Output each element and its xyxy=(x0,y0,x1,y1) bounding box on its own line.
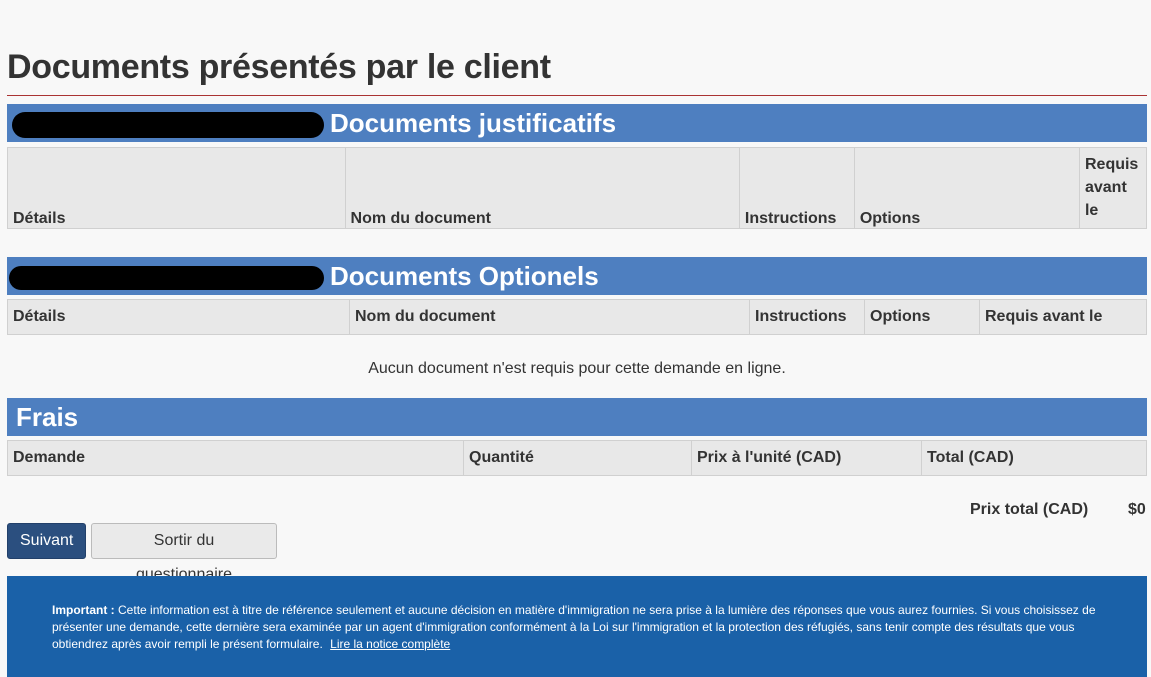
column-header-request: Demande xyxy=(7,440,464,476)
justificatifs-table: Détails Nom du document Instructions Opt… xyxy=(7,147,1148,229)
column-header-options: Options xyxy=(864,299,980,335)
redacted-block xyxy=(12,112,324,139)
column-header-details: Détails xyxy=(7,147,346,229)
section-header-optionels: Documents Optionels xyxy=(7,257,1147,295)
footer-text-block: Important : Cette information est à titr… xyxy=(52,602,1102,653)
column-header-instructions: Instructions xyxy=(738,147,855,229)
exit-questionnaire-button[interactable]: Sortir du questionnaire xyxy=(91,523,277,583)
column-header-instructions: Instructions xyxy=(749,299,865,335)
read-full-notice-link[interactable]: Lire la notice complète xyxy=(330,637,450,651)
fees-table: Demande Quantité Prix à l'unité (CAD) To… xyxy=(7,440,1147,476)
column-header-document-name: Nom du document xyxy=(349,299,750,335)
column-header-document-name: Nom du document xyxy=(344,147,740,229)
footer-notice: Important : Cette information est à titr… xyxy=(7,576,1147,677)
section-title-frais: Frais xyxy=(16,402,79,432)
section-title-justificatifs: Documents justificatifs xyxy=(330,108,617,138)
column-header-required-before: Requis avant le xyxy=(1078,147,1148,229)
column-header-total: Total (CAD) xyxy=(921,440,1147,476)
optionels-table: Détails Nom du document Instructions Opt… xyxy=(7,299,1147,335)
title-divider xyxy=(7,95,1147,96)
section-header-frais: Frais xyxy=(7,398,1147,436)
column-header-quantity: Quantité xyxy=(463,440,692,476)
footer-disclaimer-text: Cette information est à titre de référen… xyxy=(52,603,1096,651)
empty-documents-message: Aucun document n'est requis pour cette d… xyxy=(368,360,786,377)
total-price-value: $0 xyxy=(1128,501,1146,518)
section-header-justificatifs: Documents justificatifs xyxy=(7,104,1147,142)
column-header-required-before: Requis avant le xyxy=(979,299,1147,335)
column-header-details: Détails xyxy=(7,299,350,335)
column-header-unit-price: Prix à l'unité (CAD) xyxy=(691,440,922,476)
footer-important-label: Important : xyxy=(52,603,115,617)
section-title-optionels: Documents Optionels xyxy=(330,261,599,291)
column-header-options: Options xyxy=(853,147,1080,229)
total-price-label: Prix total (CAD) xyxy=(970,501,1089,518)
page-title: Documents présentés par le client xyxy=(7,48,551,86)
next-button[interactable]: Suivant xyxy=(7,523,86,559)
redacted-block xyxy=(9,266,324,291)
